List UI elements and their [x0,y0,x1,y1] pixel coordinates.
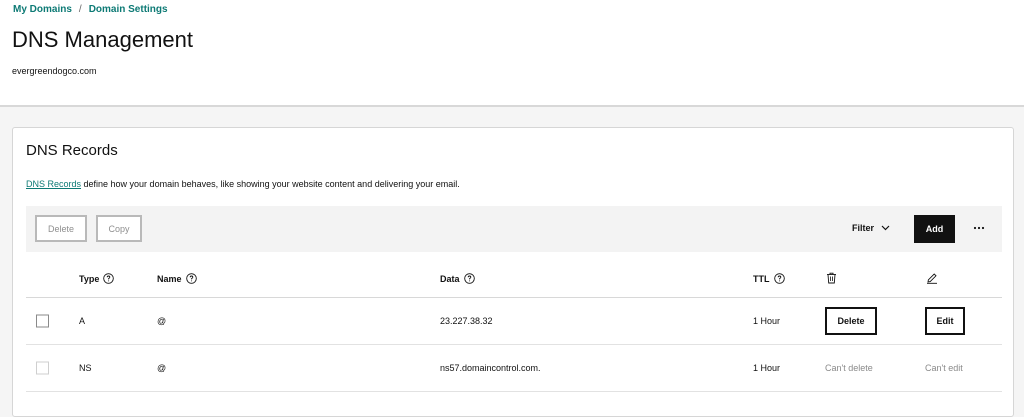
column-header-ttl: TTL [753,273,785,284]
page-title: DNS Management [12,27,193,52]
column-header-data-label: Data [440,273,460,284]
column-header-name-label: Name [157,273,182,284]
help-icon[interactable] [773,273,785,284]
record-name: @ [157,316,167,326]
filter-label: Filter [852,223,875,233]
more-options-button[interactable] [969,218,989,238]
record-ttl: 1 Hour [753,363,781,373]
ellipsis-icon [973,226,985,230]
column-header-type-label: Type [79,273,100,284]
filter-dropdown[interactable]: Filter [852,223,890,233]
add-record-button[interactable]: Add [914,215,955,243]
dns-records-card: DNS Records DNS Records define how your … [12,127,1014,417]
delete-record-button[interactable]: Delete [825,307,877,335]
domain-name: evergreendogco.com [12,66,97,76]
table-row: A @ 23.227.38.32 1 Hour Delete Edit [26,298,1002,345]
help-icon[interactable] [103,273,115,284]
record-name: @ [157,363,167,373]
record-type: NS [79,363,92,373]
column-header-type: Type [79,273,115,284]
column-header-ttl-label: TTL [753,273,770,284]
column-header-data: Data [440,273,475,284]
table-row: NS @ ns57.domaincontrol.com. 1 Hour Can'… [26,345,1002,392]
delete-selected-button[interactable]: Delete [35,215,87,242]
trash-icon [826,272,837,284]
chevron-down-icon [881,225,890,231]
cant-edit-label: Can't edit [925,363,963,373]
breadcrumb-my-domains[interactable]: My Domains [13,4,72,15]
edit-record-button[interactable]: Edit [925,307,965,335]
card-description-text: define how your domain behaves, like sho… [81,179,460,189]
record-data: 23.227.38.32 [440,316,493,326]
column-header-name: Name [157,273,197,284]
help-icon[interactable] [185,273,197,284]
help-icon[interactable] [463,273,475,284]
row-checkbox[interactable] [36,361,49,375]
copy-selected-button[interactable]: Copy [96,215,142,242]
page-header: My Domains / Domain Settings DNS Managem… [0,0,1024,107]
record-type: A [79,316,86,326]
table-header: Type Name Data TTL [26,263,1002,298]
card-title: DNS Records [26,142,118,159]
pencil-icon [926,272,938,284]
breadcrumb-separator: / [78,4,82,15]
record-data: ns57.domaincontrol.com. [440,363,541,373]
cant-delete-label: Can't delete [825,363,873,373]
breadcrumb-domain-settings[interactable]: Domain Settings [89,4,168,15]
card-description: DNS Records define how your domain behav… [26,179,460,189]
record-ttl: 1 Hour [753,316,781,326]
records-toolbar: Delete Copy Filter Add [26,206,1002,252]
dns-records-link[interactable]: DNS Records [26,179,81,189]
breadcrumb: My Domains / Domain Settings [13,4,168,15]
row-checkbox[interactable] [36,314,49,328]
